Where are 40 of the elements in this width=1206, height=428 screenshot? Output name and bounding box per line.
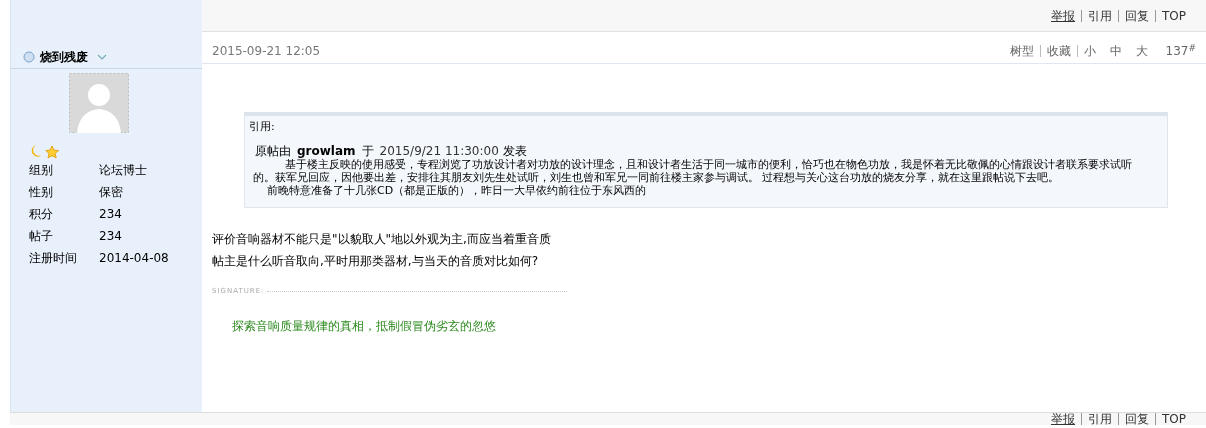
floor-mark: # [1188,43,1196,53]
post-date: 2015-09-21 12:05 [212,42,321,60]
field-value: 234 [99,206,123,223]
quote-at: 于 [361,144,374,158]
field-label: 积分 [29,206,54,223]
action-link[interactable]: 举报 [1051,413,1075,425]
avatar [69,73,129,133]
font-size-link[interactable]: 中 [1109,44,1122,57]
field-label: 注册时间 [29,250,78,267]
quote-text: 前晚特意准备了十几张CD（都是正版的），昨日一大早依约前往位于东风西的 [266,184,648,197]
floor-number: 137 [1165,42,1189,60]
action-link[interactable]: TOP [1155,413,1186,425]
action-link[interactable]: 回复 [1118,9,1149,22]
signature-text: 探索音响质量规律的真相，抵制假冒伪劣玄的忽悠 [232,317,497,335]
field-value: 保密 [99,184,124,201]
action-link[interactable]: TOP [1155,9,1186,22]
font-size-link[interactable]: 大 [1135,44,1148,57]
field-value: 234 [99,228,123,245]
caret-icon[interactable] [97,54,107,60]
action-link[interactable]: 举报 [1051,9,1075,22]
field-value: 2014-04-08 [99,250,170,267]
post-tool-link[interactable]: 收藏 [1039,44,1071,57]
field-label: 帖子 [29,228,54,245]
field-label: 性别 [29,184,54,201]
field-value: 论坛博士 [99,162,148,179]
post-text: 帖主是什么听音取向,平时用那类器材,与当天的音质对比如何? [212,253,539,270]
username[interactable]: 烧到残废 [40,48,88,66]
action-link[interactable]: 引用 [1081,413,1112,425]
font-size-link[interactable]: 小 [1076,44,1096,57]
field-label: 组别 [29,162,54,179]
quote-time: 2015/9/21 11:30:00 [379,144,499,158]
post-tool-link[interactable]: 树型 [1009,44,1034,57]
action-link[interactable]: 回复 [1118,413,1149,425]
quote-title: 引用: [249,120,276,133]
quote-text: 基于楼主反映的使用感受，专程浏览了功放设计者对功放的设计理念，且和设计者生活于同一城市的便利，恰巧也在物色功放，我是怀着无比敬佩的心情跟设计者联系要求试听的。获军兄回应，因他要出差，安排往其朋友刘先生处试听，刘生也曾和军兄一同前往楼主家参与调试。 过程想与关心这台功放的烧友分享，就在这里跟帖说下去吧。 [253,158,1133,184]
quote-user: growlam [297,144,356,158]
action-link[interactable]: 引用 [1081,9,1112,22]
quote-lead: 原帖由 [255,144,291,158]
quote-posted: 发表 [502,144,527,158]
post-text: 评价音响器材不能只是"以貌取人"地以外观为主,而应当着重音质 [212,231,552,248]
